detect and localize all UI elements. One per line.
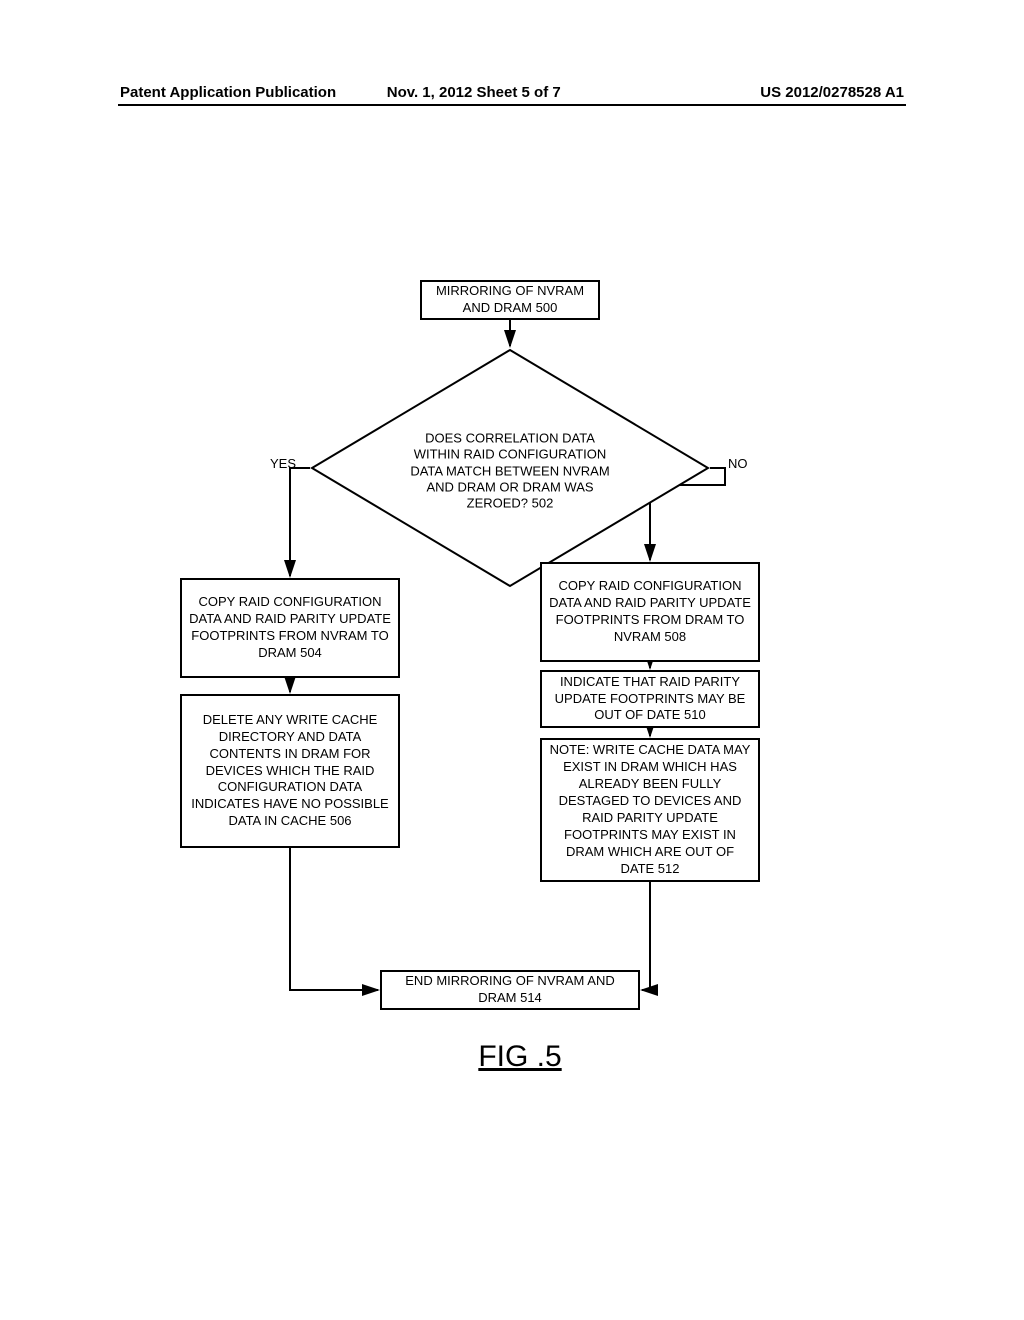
flowchart-box-512: NOTE: WRITE CACHE DATA MAY EXIST IN DRAM… bbox=[540, 738, 760, 882]
box508-text: COPY RAID CONFIGURATION DATA AND RAID PA… bbox=[548, 578, 752, 646]
yes-label: YES bbox=[270, 456, 296, 471]
flowchart-box-506: DELETE ANY WRITE CACHE DIRECTORY AND DAT… bbox=[180, 694, 400, 848]
header-right: US 2012/0278528 A1 bbox=[760, 84, 904, 101]
start-text: MIRRORING OF NVRAM AND DRAM 500 bbox=[428, 283, 592, 317]
header-left: Patent Application Publication bbox=[120, 84, 336, 101]
flowchart-box-504: COPY RAID CONFIGURATION DATA AND RAID PA… bbox=[180, 578, 400, 678]
flowchart-start: MIRRORING OF NVRAM AND DRAM 500 bbox=[420, 280, 600, 320]
flowchart-box-508: COPY RAID CONFIGURATION DATA AND RAID PA… bbox=[540, 562, 760, 662]
page-header: Patent Application Publication Nov. 1, 2… bbox=[0, 84, 1024, 101]
flowchart-canvas: MIRRORING OF NVRAM AND DRAM 500 DOES COR… bbox=[180, 280, 860, 1100]
decision-text: DOES CORRELATION DATA WITHIN RAID CONFIG… bbox=[410, 431, 610, 512]
flowchart-box-510: INDICATE THAT RAID PARITY UPDATE FOOTPRI… bbox=[540, 670, 760, 728]
box512-text: NOTE: WRITE CACHE DATA MAY EXIST IN DRAM… bbox=[548, 742, 752, 877]
box506-text: DELETE ANY WRITE CACHE DIRECTORY AND DAT… bbox=[188, 712, 392, 830]
box504-text: COPY RAID CONFIGURATION DATA AND RAID PA… bbox=[188, 594, 392, 662]
end-text: END MIRRORING OF NVRAM AND DRAM 514 bbox=[388, 973, 632, 1007]
no-label: NO bbox=[728, 456, 748, 471]
flowchart-decision: DOES CORRELATION DATA WITHIN RAID CONFIG… bbox=[310, 348, 710, 588]
header-center: Nov. 1, 2012 Sheet 5 of 7 bbox=[387, 84, 561, 101]
figure-label: FIG .5 bbox=[478, 1040, 561, 1074]
flowchart-end: END MIRRORING OF NVRAM AND DRAM 514 bbox=[380, 970, 640, 1010]
box510-text: INDICATE THAT RAID PARITY UPDATE FOOTPRI… bbox=[548, 674, 752, 725]
header-rule bbox=[118, 104, 906, 106]
